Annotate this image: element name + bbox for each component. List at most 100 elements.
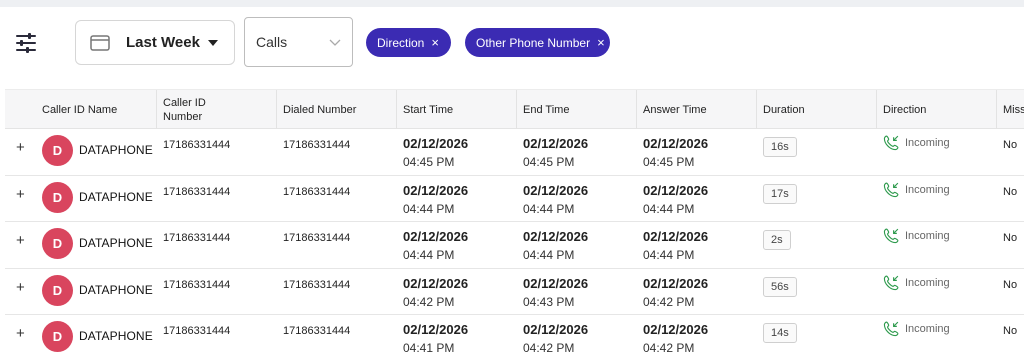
top-strip (0, 0, 1024, 7)
missed-value: No (1003, 278, 1018, 291)
calls-table: Caller ID Name Caller ID Number Dialed N… (5, 89, 1024, 360)
chip-label: Direction (377, 35, 425, 50)
expand-row-icon[interactable]: + (16, 139, 25, 156)
chevron-down-icon (329, 39, 341, 46)
end-date: 02/12/2026 (523, 275, 589, 291)
end-date: 02/12/2026 (523, 182, 589, 198)
dialed-number: 17186331444 (283, 232, 351, 244)
dialed-number: 17186331444 (283, 185, 351, 198)
duration-badge: 14s (763, 323, 797, 343)
date-range-select[interactable]: Last Week (75, 20, 235, 65)
table-row[interactable]: + D DATAPHONE 17186331444 17186331444 02… (5, 315, 1024, 360)
table-row[interactable]: + D DATAPHONE 17186331444 17186331444 02… (5, 175, 1024, 222)
start-time: 04:44 PM (403, 201, 455, 216)
start-time: 04:42 PM (403, 294, 455, 309)
direction-label: Incoming (905, 323, 950, 335)
missed-value: No (1003, 185, 1018, 198)
column-header-caller-id-number[interactable]: Caller ID Number (156, 90, 276, 129)
filter-chip-other-phone-number[interactable]: Other Phone Number × (465, 28, 610, 57)
start-date: 02/12/2026 (403, 229, 469, 244)
duration-badge: 2s (763, 230, 791, 250)
close-icon[interactable]: × (597, 36, 605, 49)
table-row[interactable]: + D DATAPHONE 17186331444 17186331444 02… (5, 268, 1024, 315)
answer-date: 02/12/2026 (643, 136, 709, 151)
caller-id-number: 17186331444 (163, 139, 231, 151)
dialed-number: 17186331444 (283, 278, 351, 291)
caller-id-name: DATAPHONE (79, 143, 153, 157)
end-time: 04:42 PM (523, 341, 575, 355)
table-header: Caller ID Name Caller ID Number Dialed N… (5, 89, 1024, 129)
caller-id-name: DATAPHONE (79, 282, 153, 297)
start-date: 02/12/2026 (403, 322, 469, 337)
caller-id-number: 17186331444 (163, 232, 231, 244)
incoming-call-icon (883, 135, 899, 151)
duration-badge: 17s (763, 183, 797, 204)
start-time: 04:41 PM (403, 341, 455, 355)
avatar: D (42, 228, 73, 259)
header-line: Number (163, 110, 203, 123)
answer-time: 04:44 PM (643, 248, 695, 262)
start-date: 02/12/2026 (403, 182, 469, 198)
expand-row-icon[interactable]: + (16, 186, 25, 203)
incoming-call-icon (883, 275, 899, 290)
incoming-call-icon (883, 321, 899, 337)
table-body: + D DATAPHONE 17186331444 17186331444 02… (5, 129, 1024, 360)
column-header-answer-time[interactable]: Answer Time (636, 90, 756, 129)
start-time: 04:45 PM (403, 155, 455, 169)
expand-row-icon[interactable]: + (16, 325, 25, 342)
column-header-missed[interactable]: Miss (996, 90, 1024, 129)
dialed-number: 17186331444 (283, 139, 351, 151)
table-row[interactable]: + D DATAPHONE 17186331444 17186331444 02… (5, 222, 1024, 269)
column-header-duration[interactable]: Duration (756, 90, 876, 129)
chip-label: Other Phone Number (476, 35, 591, 50)
caller-id-name: DATAPHONE (79, 236, 153, 250)
column-header-direction[interactable]: Direction (876, 90, 996, 129)
expand-row-icon[interactable]: + (16, 232, 25, 249)
table-row[interactable]: + D DATAPHONE 17186331444 17186331444 02… (5, 129, 1024, 176)
answer-time: 04:44 PM (643, 201, 695, 216)
missed-value: No (1003, 139, 1018, 151)
column-header-dialed-number[interactable]: Dialed Number (276, 90, 396, 129)
answer-date: 02/12/2026 (643, 275, 709, 291)
end-date: 02/12/2026 (523, 322, 589, 337)
close-icon[interactable]: × (431, 36, 439, 49)
missed-value: No (1003, 325, 1018, 337)
caller-id-number: 17186331444 (163, 325, 231, 337)
duration-badge: 56s (763, 276, 797, 297)
end-date: 02/12/2026 (523, 136, 589, 151)
answer-date: 02/12/2026 (643, 182, 709, 198)
caller-id-number: 17186331444 (163, 278, 231, 291)
sliders-icon[interactable] (16, 33, 36, 53)
end-date: 02/12/2026 (523, 229, 589, 244)
start-time: 04:44 PM (403, 248, 455, 262)
direction-label: Incoming (905, 183, 950, 196)
answer-date: 02/12/2026 (643, 322, 709, 337)
record-type-select[interactable]: Calls (244, 17, 353, 67)
column-header-end-time[interactable]: End Time (516, 90, 636, 129)
end-time: 04:44 PM (523, 248, 575, 262)
caller-id-number: 17186331444 (163, 185, 231, 198)
direction-label: Incoming (905, 137, 950, 149)
incoming-call-icon (883, 182, 899, 197)
record-type-label: Calls (256, 34, 288, 50)
end-time: 04:43 PM (523, 294, 575, 309)
start-date: 02/12/2026 (403, 136, 469, 151)
answer-date: 02/12/2026 (643, 229, 709, 244)
column-header-caller-id-name[interactable]: Caller ID Name (42, 90, 117, 129)
incoming-call-icon (883, 228, 899, 244)
duration-badge: 16s (763, 137, 797, 157)
caller-id-name: DATAPHONE (79, 329, 153, 343)
calendar-icon (90, 34, 110, 51)
date-range-label: Last Week (126, 34, 200, 51)
answer-time: 04:42 PM (643, 294, 695, 309)
direction-label: Incoming (905, 230, 950, 242)
avatar: D (42, 181, 73, 213)
start-date: 02/12/2026 (403, 275, 469, 291)
answer-time: 04:45 PM (643, 155, 695, 169)
column-header-start-time[interactable]: Start Time (396, 90, 516, 129)
caller-id-name: DATAPHONE (79, 189, 153, 204)
answer-time: 04:42 PM (643, 341, 695, 355)
filter-chip-direction[interactable]: Direction × (366, 28, 451, 57)
expand-row-icon[interactable]: + (16, 279, 25, 296)
avatar: D (42, 321, 73, 352)
